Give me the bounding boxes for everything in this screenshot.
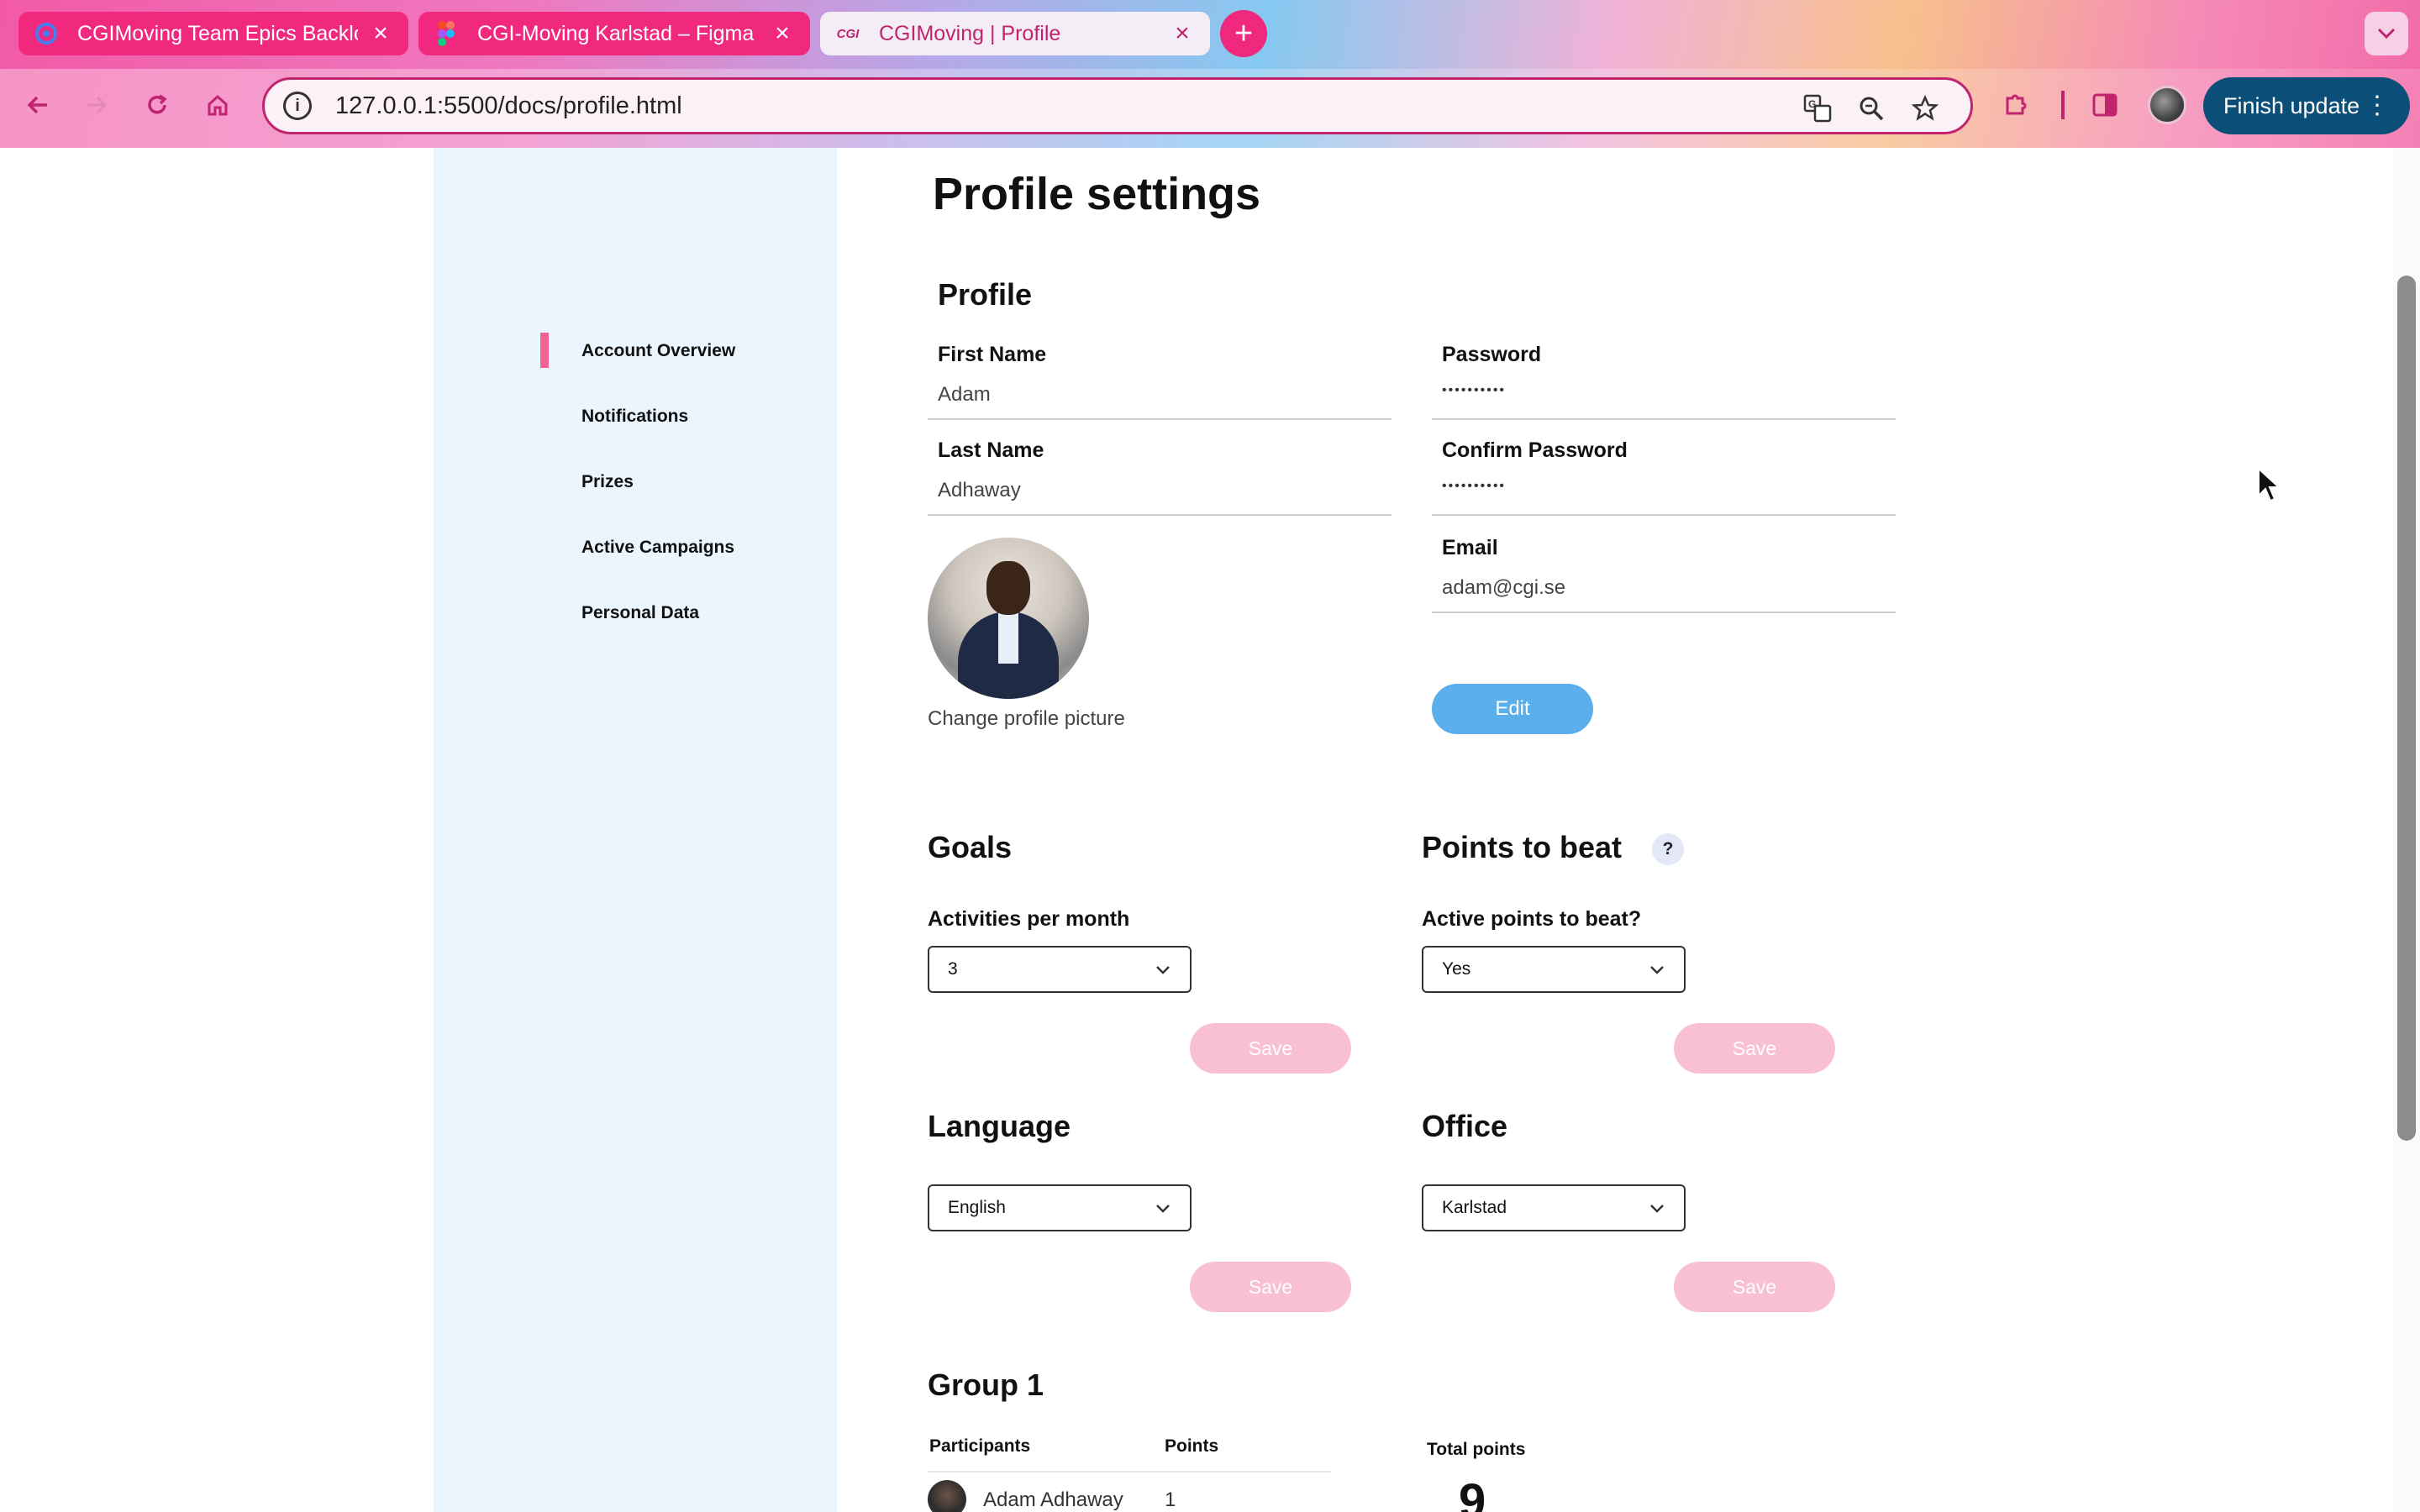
figma-icon: [434, 21, 459, 46]
office-save-button[interactable]: Save: [1674, 1262, 1835, 1312]
scrollbar-thumb[interactable]: [2397, 276, 2416, 1141]
sidebar-item-notifications[interactable]: Notifications: [581, 407, 688, 427]
sidebar-item-prizes[interactable]: Prizes: [581, 472, 634, 492]
select-value: Karlstad: [1442, 1198, 1507, 1217]
cgi-icon: CGI: [836, 26, 860, 41]
avatar: [928, 1480, 966, 1512]
tab-team-epics-backlog[interactable]: CGIMoving Team Epics Backlog ×: [18, 12, 408, 55]
more-vert-icon[interactable]: ⋮: [2365, 89, 2390, 123]
mouse-cursor-icon: [2258, 467, 2281, 502]
last-name-field[interactable]: Adhaway: [938, 479, 1021, 502]
active-points-to-beat-select[interactable]: Yes: [1422, 946, 1686, 993]
translate-icon[interactable]: G: [1799, 90, 1836, 127]
reload-button[interactable]: [136, 84, 178, 126]
confirm-password-field[interactable]: ••••••••••: [1442, 479, 1506, 494]
select-value: Yes: [1442, 959, 1471, 979]
participants-column-header: Participants: [929, 1436, 1031, 1456]
total-points-value: 9: [1459, 1474, 1486, 1512]
browser-chrome: CGIMoving Team Epics Backlog × CGI-Movin…: [0, 0, 2420, 148]
toolbar-divider: [2042, 84, 2084, 126]
tab-figma[interactable]: CGI-Moving Karlstad – Figma ×: [418, 12, 810, 55]
sidebar-item-active-campaigns[interactable]: Active Campaigns: [581, 538, 734, 558]
arrow-left-icon: [27, 96, 47, 114]
first-name-underline: [928, 418, 1392, 420]
extensions-icon[interactable]: [1995, 84, 2037, 126]
language-select[interactable]: English: [928, 1184, 1192, 1231]
email-underline: [1432, 612, 1896, 613]
edit-button[interactable]: Edit: [1432, 684, 1593, 734]
forward-button[interactable]: [76, 84, 118, 126]
close-icon[interactable]: ×: [770, 19, 795, 48]
total-points-label: Total points: [1427, 1440, 1526, 1459]
chevron-down-icon: [1650, 1205, 1664, 1213]
address-bar[interactable]: i 127.0.0.1:5500/docs/profile.html G: [262, 77, 1973, 134]
activities-per-month-select[interactable]: 3: [928, 946, 1192, 993]
chevron-down-icon: [1650, 966, 1664, 974]
tab-title: CGI-Moving Karlstad – Figma: [477, 21, 755, 45]
first-name-label: First Name: [938, 343, 1047, 366]
tab-cgimoving-profile[interactable]: CGI CGIMoving | Profile ×: [820, 12, 1210, 55]
svg-text:G: G: [1808, 98, 1816, 110]
select-value: 3: [948, 959, 958, 979]
jira-icon: [34, 21, 59, 46]
first-name-field[interactable]: Adam: [938, 383, 991, 407]
site-info-icon[interactable]: i: [283, 92, 312, 120]
activities-per-month-label: Activities per month: [928, 907, 1130, 931]
close-icon[interactable]: ×: [368, 19, 393, 48]
home-icon: [208, 94, 228, 116]
confirm-password-label: Confirm Password: [1442, 438, 1628, 462]
participant-points: 1: [1165, 1488, 1176, 1511]
bookmark-star-icon[interactable]: [1907, 90, 1944, 127]
url-text[interactable]: 127.0.0.1:5500/docs/profile.html: [335, 92, 682, 120]
profile-section-title: Profile: [938, 277, 1033, 312]
language-title: Language: [928, 1109, 1071, 1143]
help-icon[interactable]: ?: [1652, 833, 1684, 865]
tab-search-button[interactable]: [2365, 12, 2408, 55]
page: Account Overview Notifications Prizes Ac…: [0, 148, 2420, 1512]
participant-name: Adam Adhaway: [983, 1488, 1123, 1511]
office-title: Office: [1422, 1109, 1508, 1143]
last-name-underline: [928, 514, 1392, 516]
select-value: English: [948, 1198, 1006, 1217]
group-title: Group 1: [928, 1368, 1044, 1402]
zoom-icon[interactable]: [1853, 90, 1890, 127]
email-field[interactable]: adam@cgi.se: [1442, 576, 1565, 600]
back-button[interactable]: [17, 84, 59, 126]
password-field[interactable]: ••••••••••: [1442, 383, 1506, 398]
email-label: Email: [1442, 536, 1498, 559]
sidebar-item-account-overview[interactable]: Account Overview: [581, 341, 735, 361]
points-column-header: Points: [1165, 1436, 1219, 1456]
chevron-down-icon: [1156, 966, 1170, 974]
tab-title: CGIMoving | Profile: [879, 21, 1061, 45]
reload-icon: [148, 94, 167, 114]
table-divider: [928, 1471, 1331, 1473]
language-save-button[interactable]: Save: [1190, 1262, 1351, 1312]
sidebar-item-personal-data[interactable]: Personal Data: [581, 603, 699, 623]
home-button[interactable]: [197, 84, 239, 126]
page-title: Profile settings: [933, 169, 1261, 219]
finish-update-label: Finish update: [2223, 92, 2360, 118]
tab-title: CGIMoving Team Epics Backlog: [77, 21, 358, 45]
office-select[interactable]: Karlstad: [1422, 1184, 1686, 1231]
password-underline: [1432, 418, 1896, 420]
close-icon[interactable]: ×: [1170, 19, 1195, 48]
chevron-down-icon: [1156, 1205, 1170, 1213]
active-points-to-beat-label: Active points to beat?: [1422, 907, 1642, 931]
profile-picture[interactable]: [928, 538, 1089, 699]
arrow-right-icon: [87, 96, 108, 114]
goals-title: Goals: [928, 830, 1013, 864]
change-profile-picture-link[interactable]: Change profile picture: [928, 707, 1125, 731]
active-indicator: [540, 333, 549, 368]
points-to-beat-title: Points to beat: [1422, 830, 1623, 864]
browser-profile-avatar[interactable]: [2148, 86, 2186, 124]
new-tab-button[interactable]: +: [1220, 10, 1267, 57]
goals-save-button[interactable]: Save: [1190, 1023, 1351, 1074]
side-panel-icon[interactable]: [2084, 84, 2126, 126]
chevron-down-icon: [2377, 28, 2396, 39]
confirm-password-underline: [1432, 514, 1896, 516]
password-label: Password: [1442, 343, 1542, 366]
points-to-beat-save-button[interactable]: Save: [1674, 1023, 1835, 1074]
finish-update-button[interactable]: Finish update ⋮: [2203, 77, 2410, 134]
last-name-label: Last Name: [938, 438, 1044, 462]
